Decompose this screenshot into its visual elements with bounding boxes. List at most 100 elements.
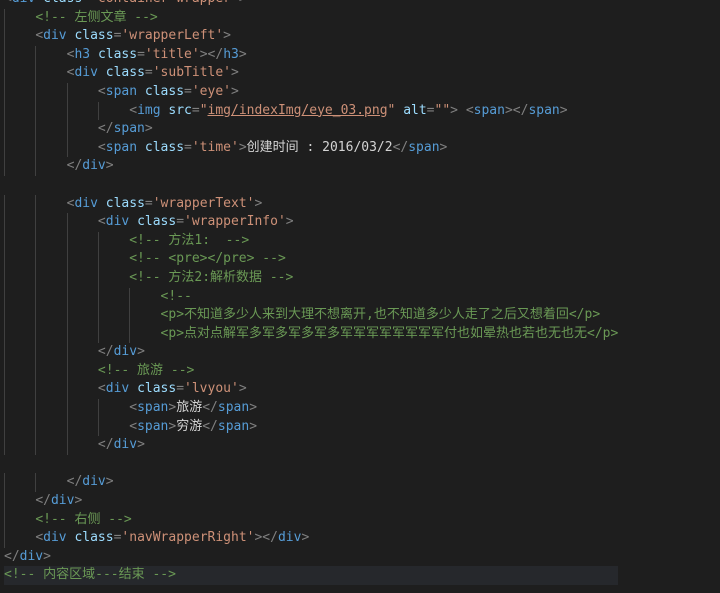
indent-guide: [66, 250, 68, 269]
code-token-attr: class: [105, 65, 145, 81]
code-token-tag: div: [19, 548, 44, 564]
code-line[interactable]: <p>不知道多少人来到大理不想离开,也不知道多少人走了之后又想着回</p>: [4, 306, 618, 325]
code-line[interactable]: <!-- 左侧文章 -->: [4, 8, 618, 28]
code-line[interactable]: <div class='subTitle'>: [4, 64, 618, 83]
code-token-tag: span: [473, 102, 505, 118]
code-token-punct: >: [105, 158, 114, 174]
code-token-punct: >: [238, 139, 247, 155]
code-line[interactable]: <img src="img/indexImg/eye_03.png" alt="…: [4, 101, 618, 121]
code-token-punct: >: [301, 530, 310, 546]
code-line[interactable]: <span>旅游</span>: [4, 399, 618, 418]
code-token-tag: h3: [74, 46, 91, 62]
code-line[interactable]: <div class='lvyou'>: [4, 380, 618, 400]
code-line[interactable]: <div class='wrapperText'>: [4, 194, 618, 214]
code-line[interactable]: </div>: [4, 548, 618, 567]
code-token-punct: =: [144, 65, 153, 81]
indent-guide: [4, 268, 5, 288]
code-line[interactable]: <!-- <pre></pre> -->: [4, 250, 618, 269]
code-token-comment: <!-- 右侧 -->: [35, 511, 132, 527]
code-token-attr: class: [144, 83, 185, 99]
indent-guide: [129, 324, 131, 344]
code-line[interactable]: <span class='eye'>: [4, 82, 618, 102]
code-token-tag: span: [217, 418, 250, 434]
code-line[interactable]: </div>: [4, 157, 618, 176]
code-line[interactable]: </div>: [4, 473, 618, 493]
indent-guide: [66, 287, 68, 307]
code-token-punct: >: [450, 102, 458, 118]
code-token-attr: class: [97, 46, 138, 62]
indent-guide: [4, 529, 5, 548]
code-token-punct: >: [74, 493, 83, 509]
code-token-punct: <: [35, 530, 44, 546]
code-token-punct: </: [202, 400, 218, 416]
code-line[interactable]: </span>: [4, 120, 618, 139]
indent-guide: [66, 380, 68, 400]
code-token-str: ": [199, 102, 208, 118]
indent-guide: [35, 82, 37, 102]
code-line[interactable]: [4, 176, 618, 195]
indent-guide: [66, 213, 68, 232]
indent-guide: [4, 250, 5, 269]
code-line[interactable]: <span class='time'>创建时间 : 2016/03/2</spa…: [4, 138, 618, 158]
code-token-punct: <: [35, 28, 44, 44]
code-line[interactable]: <!-- 方法2:解析数据 -->: [4, 268, 618, 288]
code-line[interactable]: </div>: [4, 436, 618, 455]
code-token-punct: ></: [254, 530, 278, 546]
code-token-attr: class: [144, 139, 185, 155]
indent-guide: [4, 473, 5, 493]
code-line[interactable]: <span>穷游</span>: [4, 417, 618, 437]
indent-guide: [35, 64, 37, 83]
code-token-punct: </: [202, 418, 218, 434]
indent-guide: [66, 361, 68, 381]
code-token-punct: >: [239, 0, 247, 6]
code-token-punct: >: [231, 83, 239, 99]
code-line[interactable]: <div class='wrapperInfo'>: [4, 213, 618, 232]
code-token-tag: div: [113, 437, 138, 453]
code-token-tag: div: [74, 65, 98, 81]
code-line[interactable]: <div class="container wrapper">: [4, 0, 618, 9]
code-line[interactable]: <!-- 内容区域---结束 -->: [4, 566, 619, 585]
indent-guide: [66, 120, 68, 139]
code-token-punct: </: [66, 474, 83, 490]
code-line[interactable]: <!-- 方法1: -->: [4, 231, 618, 251]
indent-guide: [35, 287, 37, 307]
indent-guide: [4, 101, 5, 121]
code-line[interactable]: </div>: [4, 492, 618, 511]
code-line[interactable]: [4, 455, 618, 474]
code-token-text: 创建时间 : 2016/03/2: [246, 139, 393, 155]
indent-guide: [97, 287, 99, 307]
code-line[interactable]: <p>点对点解军多军多军多军多军军军军军军军军付也如晕热也若也无也无</p>: [4, 324, 618, 344]
code-line[interactable]: <div class='wrapperLeft'>: [4, 27, 618, 46]
code-line[interactable]: <!--: [4, 287, 618, 307]
indent-guide: [129, 287, 131, 307]
indent-guide: [35, 45, 37, 65]
code-line[interactable]: </div>: [4, 343, 618, 362]
code-line[interactable]: <!-- 右侧 -->: [4, 510, 618, 530]
code-token-tag: h3: [223, 46, 239, 62]
code-token-punct: >: [223, 28, 231, 44]
code-editor[interactable]: <div class="container wrapper"> <!-- 左侧文…: [0, 0, 720, 593]
code-token-link: img/indexImg/eye_03.png: [207, 102, 388, 118]
code-token-tag: span: [137, 400, 169, 416]
code-token-comment: <p>不知道多少人来到大理不想离开,也不知道多少人走了之后又想着回</p>: [160, 307, 601, 323]
code-token-punct: >: [249, 400, 258, 416]
code-line[interactable]: <h3 class='title'></h3>: [4, 45, 618, 65]
code-line[interactable]: <!-- 旅游 -->: [4, 361, 618, 381]
indent-guide: [35, 417, 37, 437]
indent-guide: [66, 417, 68, 437]
code-token-str: 'wrapperText': [152, 195, 255, 211]
code-token-attr: class: [74, 28, 114, 44]
code-token-comment: <!-- <pre></pre> -->: [129, 251, 286, 267]
code-token-str: 'eye': [191, 83, 231, 99]
code-line[interactable]: <div class='navWrapperRight'></div>: [4, 529, 618, 548]
